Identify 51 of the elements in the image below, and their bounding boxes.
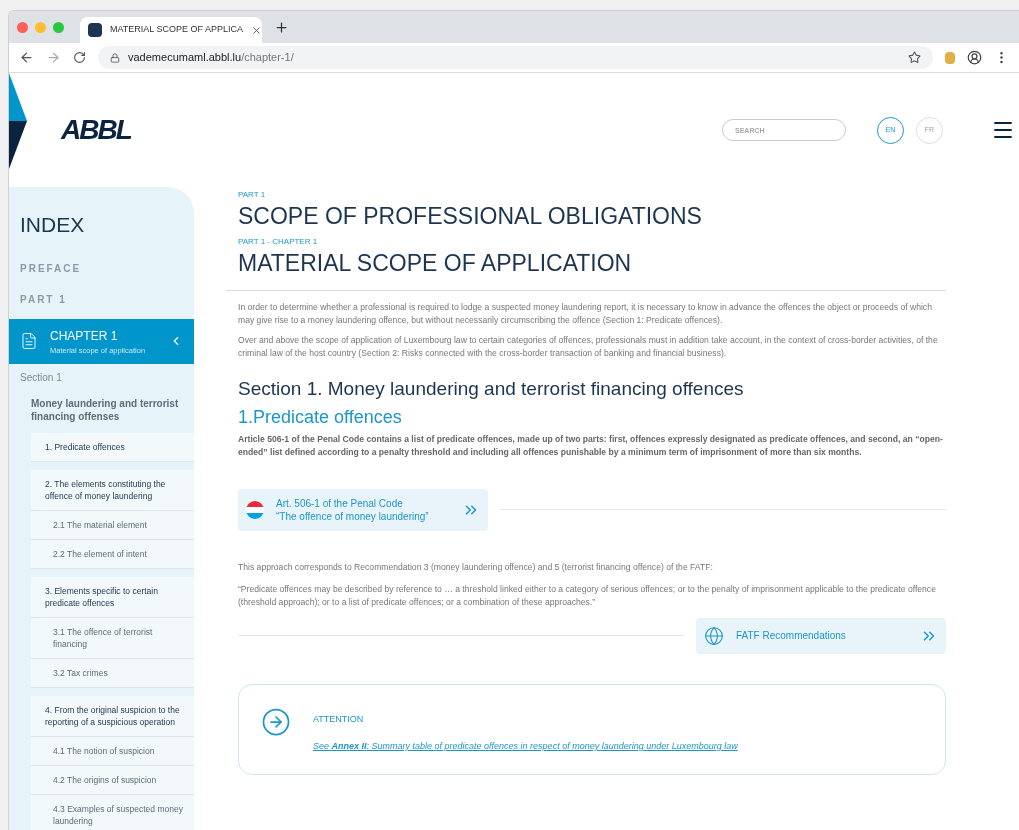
body-paragraph: This approach corresponds to Recommendation 3 (money laundering offence) and 5 (terrorist financing offence) of the FATF: [238,560,714,574]
nav-item[interactable]: 3. Elements specific to certain predicate offences [31,576,194,618]
section-title: Section 1. Money laundering and terrorist financing offences [238,377,745,401]
body-paragraph: “Predicate offences may be described by reference to … a threshold linked either to a category of serious offences; or to the penalty of imprisonment applicable to the predicate offence (threshold approach); or to a list of predicate offences; or a combination of these approaches.” [238,582,937,609]
logo[interactable]: ABBL [61,109,131,151]
new-tab-icon[interactable] [274,19,289,35]
nav-subitem[interactable]: 3.1 The offence of terrorist financing [31,617,194,659]
nav-subitem[interactable]: 2.1 The material element [31,510,194,540]
reference-link[interactable]: Art. 506-1 of the Penal Code “The offence of money laundering” [238,488,488,531]
nav-subitem[interactable]: 3.2 Tax crimes [31,658,194,688]
nav-item[interactable]: 4. From the original suspicion to the reporting of a suspicious operation [31,695,194,737]
nav-subitem[interactable]: 4.1 The notion of suspicion [31,736,194,766]
lock-icon [110,52,120,63]
address-bar[interactable]: vademecumaml.abbl.lu/chapter-1/ [98,46,933,69]
lead-paragraph: Article 506-1 of the Penal Code contains a list of predicate offences, made up of two parts: first, offences expressly designated as predicate offences, and second, an “open-ended” list defined according to a penalty threshold and including all offences punishable by a minimum term of imprisonment of more than six months. [238,432,944,459]
reload-icon[interactable] [73,51,86,64]
nav-item[interactable]: 2. The elements constituting the offence of money laundering [31,469,194,511]
nav-subitem[interactable]: 4.2 The origins of suspicion [31,765,194,795]
profile-icon[interactable] [967,50,982,65]
sidebar-title: INDEX [19,212,86,238]
url-host: vademecumaml.abbl.lu [128,50,242,66]
close-tab-icon[interactable] [251,24,263,36]
attention-title: ATTENTION [313,712,365,726]
document-icon [20,332,38,351]
browser-tab[interactable]: MATERIAL SCOPE OF APPLICA [80,17,262,43]
nav-subitem[interactable]: 2.2 The element of intent [31,539,194,569]
back-icon[interactable] [19,50,34,65]
favicon-icon [88,23,102,37]
chapter-title: MATERIAL SCOPE OF APPLICATION [238,249,633,278]
globe-icon [704,625,724,646]
reference-link[interactable]: FATF Recommendations [696,617,946,654]
nav-section-link[interactable]: Section 1 [9,363,194,391]
subsection-title: 1.Predicate offences [238,405,403,429]
chapter-label: PART 1 - CHAPTER 1 [238,236,319,248]
flag-icon [246,500,264,519]
nav-item[interactable]: 1. Predicate offences [31,432,194,462]
bookmark-star-icon[interactable] [908,51,921,64]
nav-subitem[interactable]: 4.3 Examples of suspected money laundering [31,794,194,830]
arrow-circle-icon [261,706,291,737]
link-text: Art. 506-1 of the Penal Code [276,496,404,510]
link-text: “The offence of money laundering” [276,509,430,523]
chapter-label: CHAPTER 1 [50,327,119,345]
intro-paragraph: Over and above the scope of application of Luxembourg law to certain categories of offences, professionals must in addition take account, in the context of cross-border activities, of the criminal law of the host country (Section 2: Risks connected with the cross-border transaction of banking and financial business). [238,334,939,360]
tab-title: MATERIAL SCOPE OF APPLICA [110,23,244,37]
attention-text: See Annex II: Summary table of predicate offences in respect of money laundering under Luxembourg law [313,740,738,753]
url-path: /chapter-1/ [241,50,294,66]
link-text: FATF Recommendations [736,629,847,642]
intro-paragraph: In order to determine whether a professional is required to lodge a suspected money laundering report, it is necessary to know in advance the offences the object or proceeds of which may give rise to a money laundering offence, but without necessarily circumscribing the offence (Section 1: Predicate offences). [238,301,933,327]
nav-heading-link[interactable]: Money laundering and terrorist financing offenses [9,390,194,429]
part-title: SCOPE OF PROFESSIONAL OBLIGATIONS [238,202,703,231]
part-label: PART 1 [238,189,267,201]
